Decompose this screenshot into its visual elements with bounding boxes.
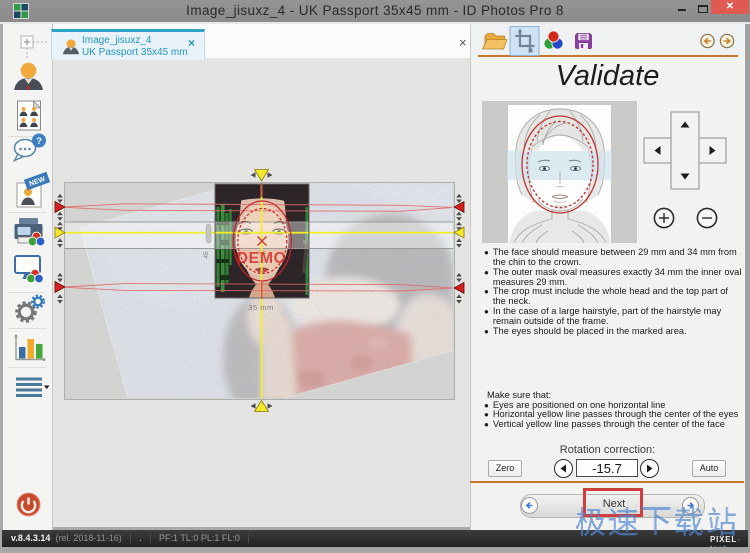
svg-text:?: ? [36,136,42,147]
